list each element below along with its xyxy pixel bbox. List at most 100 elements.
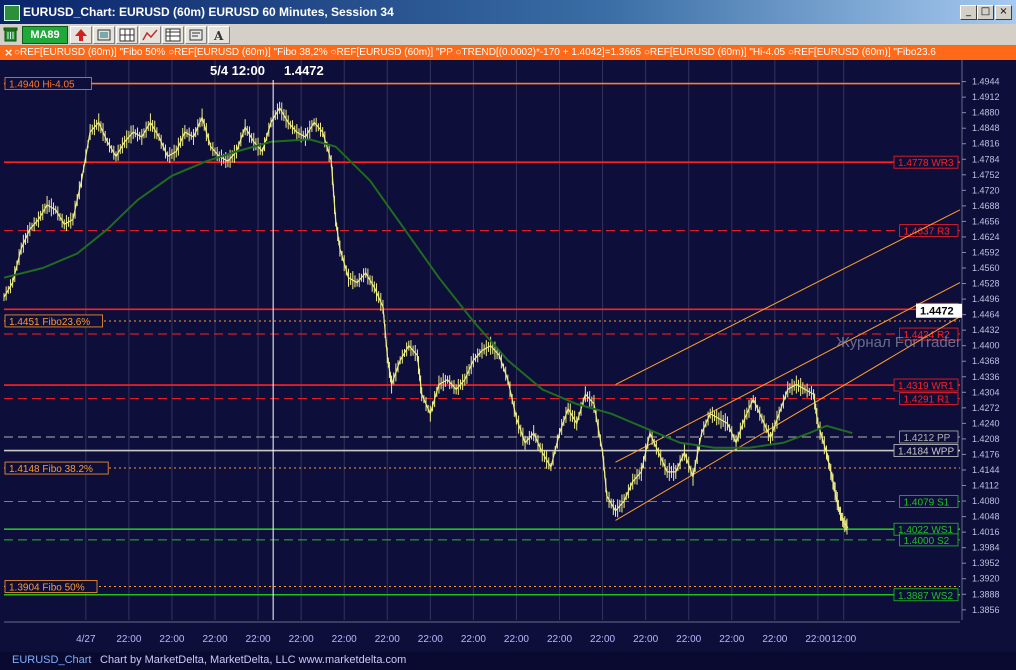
x-tick-label: 22:00 [246,634,271,645]
y-tick-label: 1.3952 [972,558,1000,568]
watermark-text: Журнал ForTrader.ru [836,334,978,351]
level-label: 1.4000 S2 [904,536,950,547]
text-tool-icon: A [213,29,224,42]
window-titlebar: EURUSD_Chart: EURUSD (60m) EURUSD 60 Min… [0,0,1016,24]
y-tick-label: 1.3888 [972,589,1000,599]
studies-bar: × ○REF[EURUSD (60m)] "Fibo 50% ○REF[EURU… [0,46,1016,60]
app-icon [4,5,20,21]
svg-text:A: A [213,29,224,42]
table-button[interactable] [162,26,184,44]
y-tick-label: 1.3984 [972,543,1000,553]
level-label: 1.4212 PP [904,433,951,444]
level-label: 1.4148 Fibo 38.2% [9,464,93,475]
level-label: 1.4637 R3 [904,227,951,238]
grid-icon [119,28,135,42]
y-tick-label: 1.4304 [972,387,1000,397]
y-tick-label: 1.4144 [972,465,1000,475]
y-tick-label: 1.4240 [972,418,1000,428]
y-tick-label: 1.4208 [972,434,1000,444]
y-tick-label: 1.4592 [972,247,1000,257]
y-tick-label: 1.4656 [972,216,1000,226]
settings-button[interactable] [185,26,207,44]
studies-list[interactable]: ○REF[EURUSD (60m)] "Fibo 50% ○REF[EURUSD… [14,46,936,60]
y-tick-label: 1.4400 [972,341,1000,351]
x-tick-label: 22:00 [332,634,357,645]
y-tick-label: 1.4880 [972,108,1000,118]
price-marker-label: 1.4472 [920,306,954,318]
cursor-date-label: 5/4 12:00 [210,63,265,78]
x-tick-label: 22:00 [633,634,658,645]
x-tick-label: 22:00 [116,634,141,645]
y-tick-label: 1.4688 [972,201,1000,211]
x-tick-label: 22:00 [461,634,486,645]
y-tick-label: 1.4784 [972,154,1000,164]
y-tick-label: 1.4368 [972,356,1000,366]
level-label: 1.4451 Fibo23.6% [9,317,90,328]
y-tick-label: 1.4912 [972,92,1000,102]
level-label: 1.4940 Hi-4.05 [9,80,75,91]
cursor-price-label: 1.4472 [284,63,324,78]
y-tick-label: 1.4624 [972,232,1000,242]
up-arrow-icon [75,29,87,41]
window-title: EURUSD_Chart: EURUSD (60m) EURUSD 60 Min… [23,5,394,19]
level-label: 1.4778 WR3 [898,158,954,169]
rectangle-tool-icon [97,29,111,41]
rectangle-tool-button[interactable] [93,26,115,44]
x-tick-label: 22:00 [762,634,787,645]
x-tick-label: 22:00 [418,634,443,645]
chart-background [0,60,1016,652]
y-tick-label: 1.4496 [972,294,1000,304]
x-tick-label: 4/27 [76,634,96,645]
y-tick-label: 1.3920 [972,574,1000,584]
status-bar: EURUSD_Chart Chart by MarketDelta, Marke… [0,652,1016,670]
x-tick-label: 12:00 [831,634,856,645]
y-tick-label: 1.4528 [972,279,1000,289]
ma89-button[interactable]: MA89 [22,26,68,44]
y-tick-label: 1.4080 [972,496,1000,506]
y-tick-label: 1.4016 [972,527,1000,537]
maximize-button[interactable]: □ [977,5,994,20]
trash-icon[interactable] [3,26,18,42]
status-credit: Chart by MarketDelta, MarketDelta, LLC w… [100,654,407,666]
x-tick-label: 22:00 [676,634,701,645]
text-tool-button[interactable]: A [208,26,230,44]
y-tick-label: 1.4336 [972,372,1000,382]
level-label: 1.4291 R1 [904,395,951,406]
level-label: 1.4184 WPP [898,447,954,458]
y-tick-label: 1.4560 [972,263,1000,273]
x-tick-label: 22:00 [590,634,615,645]
level-label: 1.3904 Fibo 50% [9,583,85,594]
xyz-tool-icon [142,29,158,41]
y-tick-label: 1.4944 [972,77,1000,87]
y-tick-label: 1.4432 [972,325,1000,335]
level-label: 1.4319 WR1 [898,381,954,392]
x-tick-label: 22:00 [289,634,314,645]
x-tick-label: 22:00 [159,634,184,645]
x-tick-label: 22:00 [547,634,572,645]
y-tick-label: 1.4048 [972,512,1000,522]
price-chart[interactable]: 1.4940 Hi-4.05 1.4778 WR3 1.4637 R3 1.4472 1… [0,60,1016,652]
x-tick-label: 22:00 [719,634,744,645]
table-icon [165,28,181,42]
xyz-tool-button[interactable] [139,26,161,44]
y-tick-label: 1.4816 [972,139,1000,149]
x-tick-label: 22:00 [202,634,227,645]
y-tick-label: 1.4112 [972,481,999,491]
x-tick-label: 22:00 [504,634,529,645]
up-arrow-button[interactable] [70,26,92,44]
x-tick-label: 22:00 [375,634,400,645]
level-label: 1.4079 S1 [904,498,950,509]
grid-button[interactable] [116,26,138,44]
y-tick-label: 1.4752 [972,170,1000,180]
level-label: 1.3887 WS2 [898,591,953,602]
y-tick-label: 1.4720 [972,185,1000,195]
settings-icon [189,29,203,41]
y-tick-label: 1.4176 [972,449,1000,459]
y-tick-label: 1.4848 [972,123,1000,133]
close-button[interactable]: × [995,5,1012,20]
x-tick-label: 22:00 [805,634,830,645]
studies-close-button[interactable]: × [4,46,13,60]
minimize-button[interactable]: _ [960,5,977,20]
y-tick-label: 1.4272 [972,403,1000,413]
status-chart-name: EURUSD_Chart [12,654,92,666]
